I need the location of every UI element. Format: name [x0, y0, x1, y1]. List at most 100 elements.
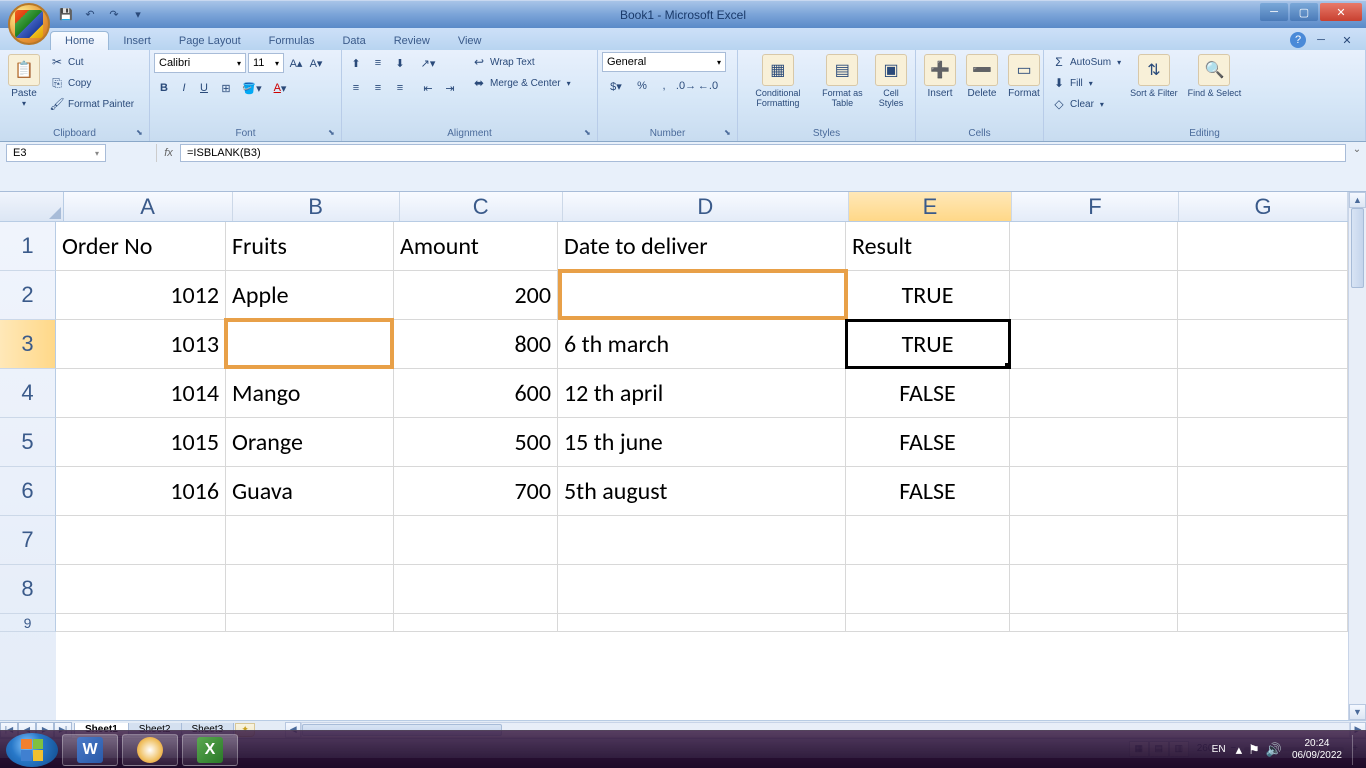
cell-A2[interactable]: 1012	[56, 271, 226, 320]
tab-insert[interactable]: Insert	[109, 32, 165, 50]
row-header-5[interactable]: 5	[0, 418, 56, 467]
number-expand-icon[interactable]: ⬊	[724, 128, 734, 138]
select-all-corner[interactable]	[0, 192, 64, 221]
paste-button[interactable]: 📋 Paste ▾	[4, 52, 44, 110]
font-name-combo[interactable]: Calibri▾	[154, 53, 246, 73]
tray-clock[interactable]: 20:24 06/09/2022	[1292, 738, 1342, 762]
qat-save-button[interactable]: 💾	[55, 5, 77, 25]
format-cells-button[interactable]: ▭Format	[1004, 52, 1044, 101]
qat-redo-button[interactable]: ↷	[103, 5, 125, 25]
cell-F9[interactable]	[1010, 614, 1178, 632]
format-painter-button[interactable]: 🖌Format Painter	[46, 94, 137, 114]
cell-F4[interactable]	[1010, 369, 1178, 418]
cell-C4[interactable]: 600	[394, 369, 558, 418]
comma-button[interactable]: ,	[654, 76, 674, 96]
tray-lang[interactable]: EN	[1212, 744, 1226, 755]
cell-G7[interactable]	[1178, 516, 1348, 565]
delete-cells-button[interactable]: ➖Delete	[962, 52, 1002, 101]
col-header-D[interactable]: D	[563, 192, 849, 221]
cell-C1[interactable]: Amount	[394, 222, 558, 271]
cell-B9[interactable]	[226, 614, 394, 632]
align-bottom-button[interactable]: ⬇	[390, 53, 410, 73]
cell-D7[interactable]	[558, 516, 846, 565]
cell-E5[interactable]: FALSE	[846, 418, 1010, 467]
close-button[interactable]: ✕	[1320, 3, 1362, 21]
cell-E2[interactable]: TRUE	[846, 271, 1010, 320]
cell-E1[interactable]: Result	[846, 222, 1010, 271]
insert-cells-button[interactable]: ➕Insert	[920, 52, 960, 101]
cell-C6[interactable]: 700	[394, 467, 558, 516]
wrap-text-button[interactable]: ↩Wrap Text	[468, 52, 574, 72]
tab-data[interactable]: Data	[328, 32, 379, 50]
cell-C9[interactable]	[394, 614, 558, 632]
row-header-8[interactable]: 8	[0, 565, 56, 614]
cell-A7[interactable]	[56, 516, 226, 565]
cell-G2[interactable]	[1178, 271, 1348, 320]
cell-G4[interactable]	[1178, 369, 1348, 418]
increase-indent-button[interactable]: ⇥	[440, 78, 460, 98]
cell-B1[interactable]: Fruits	[226, 222, 394, 271]
qat-customize-button[interactable]: ▾	[127, 5, 149, 25]
cell-G9[interactable]	[1178, 614, 1348, 632]
cell-E9[interactable]	[846, 614, 1010, 632]
cell-A6[interactable]: 1016	[56, 467, 226, 516]
cell-B2[interactable]: Apple	[226, 271, 394, 320]
cell-A1[interactable]: Order No	[56, 222, 226, 271]
cell-D2[interactable]	[558, 271, 846, 320]
ribbon-close-button[interactable]: ✕	[1336, 30, 1358, 50]
cell-D9[interactable]	[558, 614, 846, 632]
cell-C2[interactable]: 200	[394, 271, 558, 320]
tray-flag-icon[interactable]: ⚑	[1248, 742, 1260, 758]
taskbar-excel[interactable]: X	[182, 734, 238, 766]
cut-button[interactable]: ✂Cut	[46, 52, 137, 72]
office-button[interactable]	[8, 3, 50, 45]
copy-button[interactable]: ⎘Copy	[46, 73, 137, 93]
cell-F5[interactable]	[1010, 418, 1178, 467]
cell-G8[interactable]	[1178, 565, 1348, 614]
minimize-button[interactable]: ─	[1260, 3, 1288, 21]
tab-page-layout[interactable]: Page Layout	[165, 32, 255, 50]
cell-D4[interactable]: 12 th april	[558, 369, 846, 418]
cell-C8[interactable]	[394, 565, 558, 614]
cell-E8[interactable]	[846, 565, 1010, 614]
help-icon[interactable]: ?	[1290, 32, 1306, 48]
row-header-9[interactable]: 9	[0, 614, 56, 632]
cell-G3[interactable]	[1178, 320, 1348, 369]
font-color-button[interactable]: A▾	[266, 78, 294, 98]
scroll-up-button[interactable]: ▲	[1349, 192, 1366, 208]
row-header-3[interactable]: 3	[0, 320, 56, 369]
qat-undo-button[interactable]: ↶	[79, 5, 101, 25]
formula-input[interactable]: =ISBLANK(B3)	[180, 144, 1346, 162]
cell-B5[interactable]: Orange	[226, 418, 394, 467]
font-expand-icon[interactable]: ⬊	[328, 128, 338, 138]
align-top-button[interactable]: ⬆	[346, 53, 366, 73]
cell-F6[interactable]	[1010, 467, 1178, 516]
tray-volume-icon[interactable]: 🔊	[1266, 742, 1282, 758]
tab-view[interactable]: View	[444, 32, 496, 50]
align-left-button[interactable]: ≡	[346, 78, 366, 98]
col-header-G[interactable]: G	[1179, 192, 1348, 221]
cell-C5[interactable]: 500	[394, 418, 558, 467]
show-desktop-button[interactable]	[1352, 735, 1360, 765]
taskbar-app2[interactable]	[122, 734, 178, 766]
autosum-button[interactable]: ΣAutoSum▾	[1048, 52, 1124, 72]
cell-D3[interactable]: 6 th march	[558, 320, 846, 369]
cell-A9[interactable]	[56, 614, 226, 632]
cell-styles-button[interactable]: ▣Cell Styles	[871, 52, 911, 110]
col-header-E[interactable]: E	[849, 192, 1012, 221]
cell-B7[interactable]	[226, 516, 394, 565]
formula-expand-button[interactable]: ⌄	[1350, 144, 1364, 155]
cell-F1[interactable]	[1010, 222, 1178, 271]
col-header-A[interactable]: A	[64, 192, 233, 221]
align-middle-button[interactable]: ≡	[368, 53, 388, 73]
grow-font-button[interactable]: A▴	[286, 53, 306, 73]
cell-A4[interactable]: 1014	[56, 369, 226, 418]
tray-show-hidden-icon[interactable]: ▴	[1236, 742, 1243, 758]
decrease-decimal-button[interactable]: ←.0	[698, 76, 718, 96]
row-header-2[interactable]: 2	[0, 271, 56, 320]
tab-formulas[interactable]: Formulas	[255, 32, 329, 50]
merge-center-button[interactable]: ⬌Merge & Center▾	[468, 73, 574, 93]
col-header-C[interactable]: C	[400, 192, 563, 221]
row-header-1[interactable]: 1	[0, 222, 56, 271]
cell-A8[interactable]	[56, 565, 226, 614]
